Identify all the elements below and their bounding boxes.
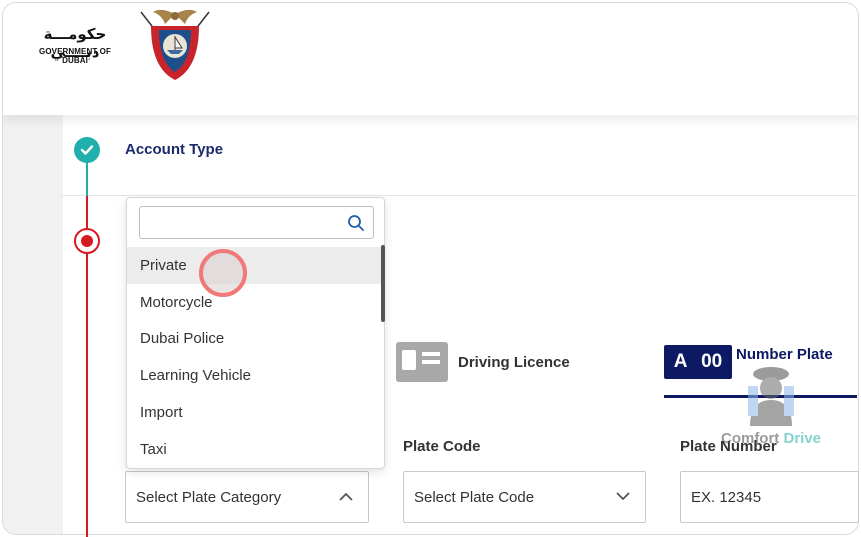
section-divider — [60, 195, 857, 196]
search-icon[interactable] — [347, 214, 365, 232]
watermark-text: Comfort Drive — [712, 430, 830, 447]
dropdown-search-input[interactable] — [140, 207, 340, 238]
stepper-line-complete — [86, 162, 88, 196]
logo-arabic-text[interactable]: حكومـــة دبــــي — [29, 25, 121, 61]
dropdown-item-dubai-police[interactable]: Dubai Police — [127, 321, 382, 358]
plate-category-dropdown: Private Motorcycle Dubai Police Learning… — [126, 197, 385, 469]
watermark-word-drive: Drive — [783, 430, 822, 447]
logo-english-text[interactable]: GOVERNMENT OF DUBAI — [29, 47, 121, 65]
emblem-icon[interactable] — [137, 6, 213, 82]
plate-category-select[interactable]: Select Plate Category — [125, 471, 369, 523]
step-active-marker — [74, 228, 100, 254]
step-title-account-type[interactable]: Account Type — [125, 141, 223, 158]
dropdown-item-private[interactable]: Private — [127, 247, 382, 284]
check-icon — [80, 145, 94, 155]
plate-badge-letter: A — [673, 351, 688, 372]
licence-card-icon — [396, 342, 448, 382]
option-driving-licence[interactable]: Driving Licence — [396, 342, 570, 382]
dropdown-list: Private Motorcycle Dubai Police Learning… — [127, 247, 382, 468]
driver-icon — [748, 367, 794, 426]
number-plate-label: Number Plate — [736, 345, 833, 363]
dropdown-scrollbar[interactable] — [381, 245, 385, 322]
driving-licence-label: Driving Licence — [458, 353, 570, 371]
tap-indicator — [199, 249, 247, 297]
dropdown-item-motorcycle[interactable]: Motorcycle — [127, 284, 382, 321]
plate-number-placeholder: EX. 12345 — [691, 488, 762, 506]
chevron-down-icon — [616, 492, 630, 501]
watermark-word-comfort: Comfort — [720, 430, 780, 447]
plate-code-value: Select Plate Code — [414, 488, 535, 506]
plate-number-input[interactable]: EX. 12345 — [680, 471, 859, 523]
plate-code-select[interactable]: Select Plate Code — [403, 471, 646, 523]
site-header: حكومـــة دبــــي GOVERNMENT OF DUBAI — [3, 3, 858, 115]
chevron-up-icon — [339, 492, 353, 501]
step-complete-marker — [74, 137, 100, 163]
plate-category-value: Select Plate Category — [136, 488, 282, 506]
plate-code-label: Plate Code — [403, 438, 481, 455]
dropdown-item-learning-vehicle[interactable]: Learning Vehicle — [127, 357, 382, 394]
dropdown-search-box[interactable] — [139, 206, 374, 239]
comfort-drive-watermark: Comfort Drive — [712, 362, 830, 452]
dropdown-item-import[interactable]: Import — [127, 394, 382, 431]
dropdown-item-taxi[interactable]: Taxi — [127, 431, 382, 468]
